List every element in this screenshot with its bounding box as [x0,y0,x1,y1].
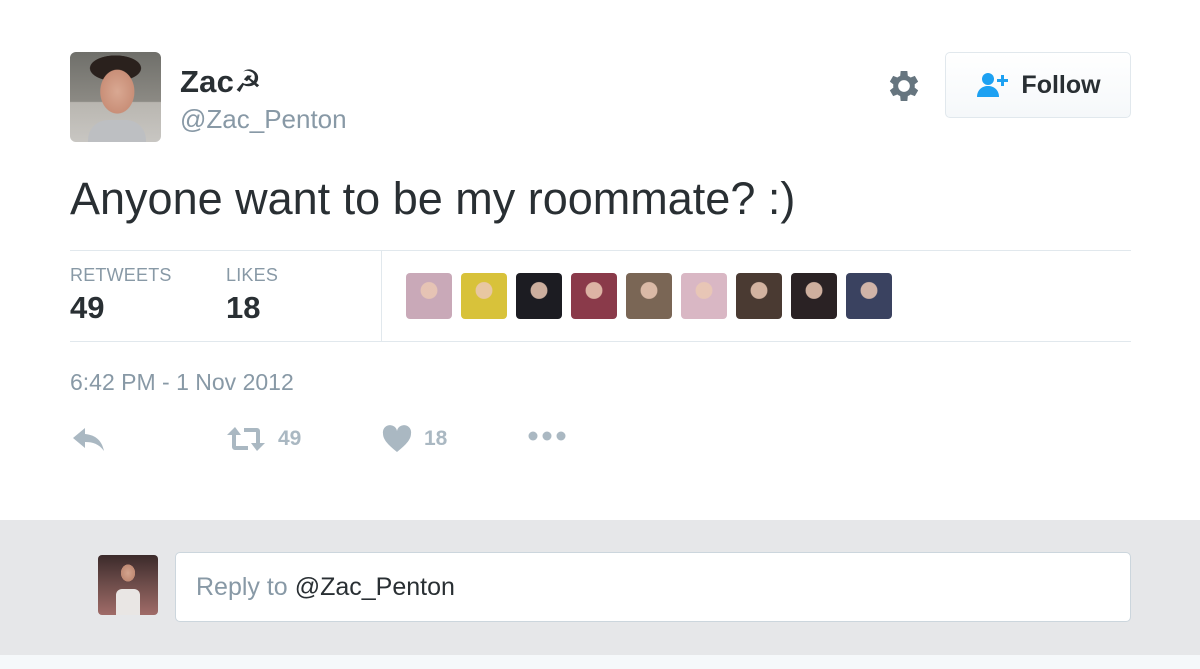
follow-label: Follow [1021,70,1101,99]
bottom-strip [0,655,1200,669]
liker-avatar[interactable] [626,273,672,319]
tweet-card: Zac☭ @Zac_Penton Follow Anyone want to b… [0,0,1200,520]
follow-button[interactable]: Follow [945,52,1131,118]
liker-avatar[interactable] [571,273,617,319]
tweet-actions: 49 18 [70,425,670,465]
stats-divider [381,251,382,341]
likes-count: 18 [226,290,261,325]
liker-avatar[interactable] [516,273,562,319]
more-icon [528,431,566,441]
reply-mention: @Zac_Penton [294,572,455,601]
like-count: 18 [424,427,448,450]
heart-icon [382,425,412,452]
tweet-timestamp[interactable]: 6:42 PM - 1 Nov 2012 [70,369,294,396]
viewer-avatar [98,555,158,615]
gear-icon[interactable] [884,66,924,106]
retweet-count: 49 [278,427,302,450]
user-handle[interactable]: @Zac_Penton [180,104,347,135]
liker-avatar[interactable] [406,273,452,319]
user-avatar[interactable] [70,52,161,142]
retweets-stat[interactable]: RETWEETS 49 [70,265,172,326]
reply-area: Reply to @Zac_Penton [0,520,1200,655]
retweets-count: 49 [70,290,105,325]
like-action[interactable]: 18 [382,425,447,453]
liker-avatar[interactable] [461,273,507,319]
tweet-stats: RETWEETS 49 LIKES 18 [70,250,1131,342]
liker-avatar[interactable] [736,273,782,319]
reply-icon [73,428,104,451]
liker-avatar[interactable] [681,273,727,319]
liker-avatar[interactable] [791,273,837,319]
liker-avatars [406,273,892,319]
tweet-text: Anyone want to be my roommate? :) [70,173,796,224]
retweet-action[interactable]: 49 [226,425,301,453]
likes-label: LIKES [226,265,279,285]
reply-action[interactable] [72,425,106,453]
liker-avatar[interactable] [846,273,892,319]
retweets-label: RETWEETS [70,265,172,285]
likes-stat[interactable]: LIKES 18 [226,265,278,326]
more-action[interactable] [528,429,566,443]
reply-prefix: Reply to [196,572,288,601]
retweet-icon [227,427,265,451]
add-user-icon [977,73,1009,97]
display-name[interactable]: Zac☭ [180,64,262,100]
reply-input[interactable]: Reply to @Zac_Penton [175,552,1131,622]
